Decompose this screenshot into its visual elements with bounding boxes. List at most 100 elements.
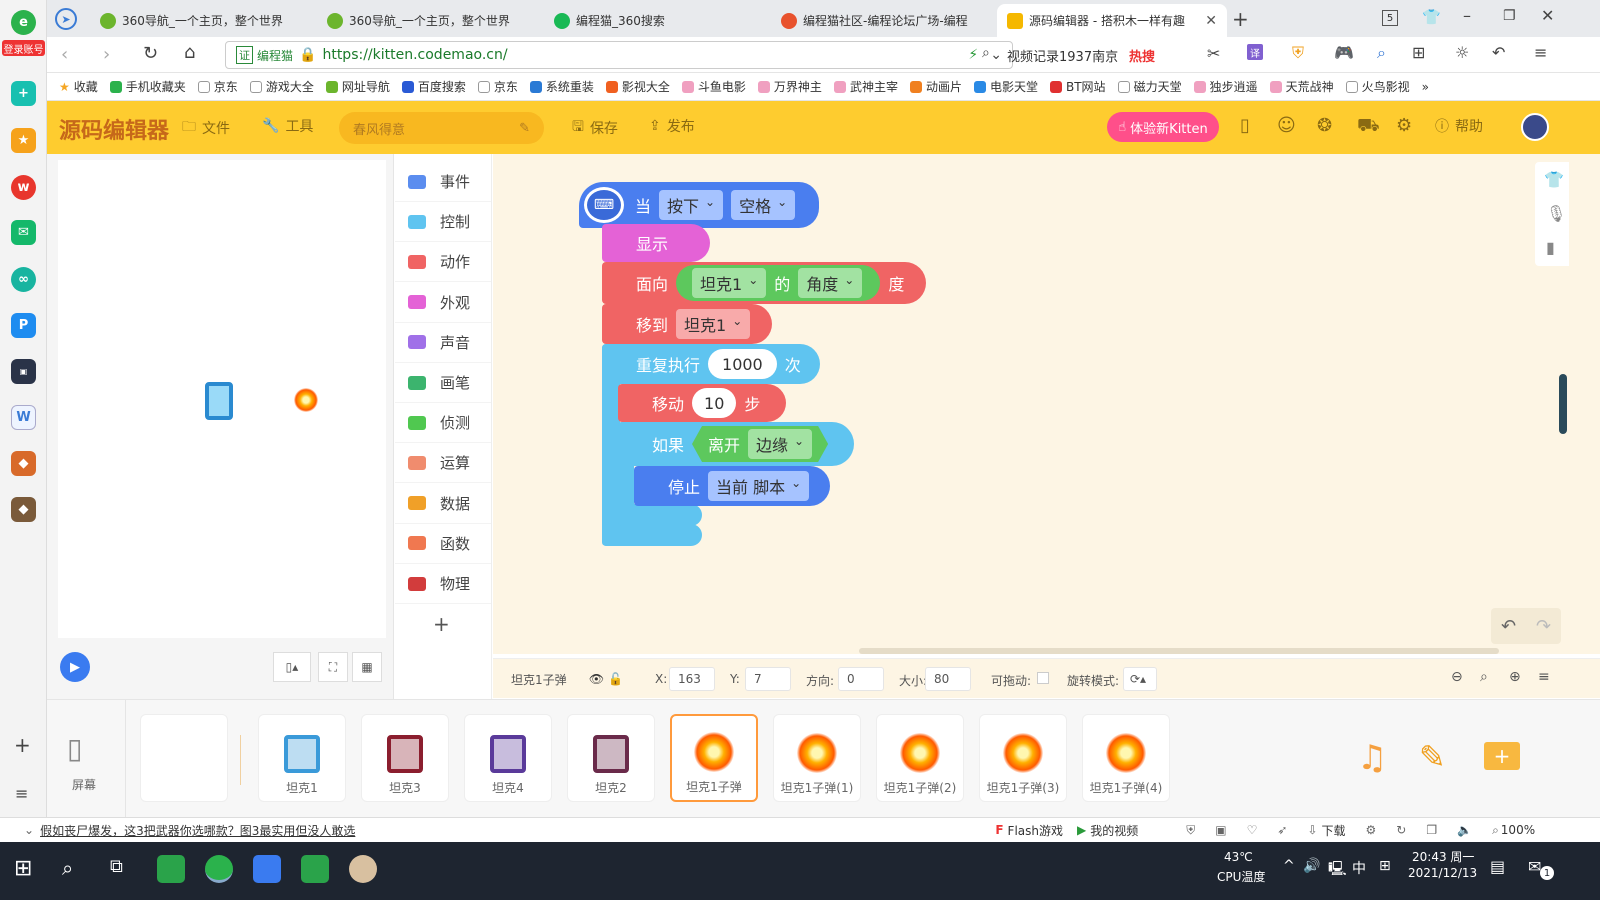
window-icon[interactable]: ❐ [1426, 823, 1437, 837]
bookmark-item[interactable]: 游戏大全 [249, 78, 314, 95]
attribute-dropdown[interactable]: 角度 [798, 268, 863, 298]
device-toggle-button[interactable]: ▯▴ [273, 652, 311, 682]
repeat-block[interactable]: 重复执行 1000 次 [602, 344, 820, 384]
tank-sprite[interactable] [205, 382, 233, 420]
bolt-icon[interactable]: ⚡ [968, 47, 978, 63]
pencil-icon[interactable]: ✎ [1419, 738, 1446, 776]
back-icon[interactable]: ‹ [61, 44, 68, 65]
edge-dropdown[interactable]: 边缘 [748, 429, 812, 459]
bag-icon[interactable]: ⛟ [1357, 115, 1380, 139]
category-item[interactable]: 控制 [395, 202, 491, 243]
fullscreen-icon[interactable]: ⛶ [318, 652, 348, 682]
horizontal-scrollbar[interactable] [859, 648, 1499, 654]
cat-icon[interactable]: ☺ [1277, 115, 1296, 136]
zoom-level[interactable]: 100% [1501, 823, 1535, 837]
network-icon[interactable]: 🖳 [1328, 858, 1347, 882]
repeat-count-input[interactable]: 1000 [708, 349, 777, 379]
clock-date[interactable]: 2021/12/13 [1408, 866, 1477, 880]
undo-icon[interactable]: ↶ [1492, 43, 1505, 62]
music-icon[interactable]: ♫ [1357, 738, 1387, 778]
ime-mode-icon[interactable]: ⊞ [1379, 858, 1391, 874]
vertical-scrollbar[interactable] [1559, 374, 1567, 434]
plus-app-icon[interactable]: + [11, 81, 36, 106]
object-dropdown[interactable]: 坦克1 [692, 268, 767, 298]
stage-canvas[interactable] [58, 160, 386, 638]
sprite-card[interactable]: 坦克1子弹(1) [773, 714, 861, 802]
category-item[interactable]: 侦测 [395, 403, 491, 444]
close-tab-icon[interactable]: ✕ [1205, 13, 1217, 29]
sprite-card[interactable]: 坦克2 [567, 714, 655, 802]
stop-block[interactable]: 停止 当前 脚本 [634, 466, 830, 506]
touching-edge-condition[interactable]: 离开 边缘 [692, 426, 828, 462]
grid-toggle-icon[interactable]: ▦ [352, 652, 382, 682]
bookmark-item[interactable]: 百度搜索 [401, 78, 466, 95]
shield-status-icon[interactable]: ⛨ [1186, 823, 1195, 838]
refresh-status-icon[interactable]: ↻ [1396, 823, 1406, 837]
flash-games-link[interactable]: Flash游戏 [1008, 822, 1063, 839]
minimize-icon[interactable]: – [1463, 6, 1471, 25]
game2-icon[interactable]: ◆ [11, 451, 36, 476]
face-towards-block[interactable]: 面向 坦克1 的 角度 度 [602, 262, 926, 304]
list-menu-icon[interactable]: ≡ [1538, 669, 1550, 685]
restore-icon[interactable]: ❐ [1503, 8, 1516, 24]
image-icon[interactable]: ▣ [1215, 823, 1226, 837]
chart-icon[interactable]: ▮ [1546, 238, 1555, 257]
costume-icon[interactable]: 👕 [1544, 170, 1564, 189]
category-item[interactable]: 数据 [395, 484, 491, 524]
translate-icon[interactable]: 译 [1247, 44, 1263, 60]
bookmark-favorites[interactable]: ★ 收藏 [59, 78, 98, 95]
bookmark-item[interactable]: 独步逍遥 [1193, 78, 1258, 95]
home-icon[interactable]: ⌂ [184, 42, 195, 63]
sprite-card[interactable]: 坦克3 [361, 714, 449, 802]
sprite-card[interactable]: 坦克1子弹(4) [1082, 714, 1170, 802]
tab-1[interactable]: 360导航_一个主页，整个世界 [90, 4, 310, 37]
category-item[interactable]: 动作 [395, 242, 491, 283]
skin-icon[interactable]: 👕 [1422, 8, 1441, 26]
iqiyi2-icon[interactable] [301, 855, 329, 883]
category-item[interactable]: 声音 [395, 323, 491, 363]
tools-menu[interactable]: 🔧 工具 [262, 116, 313, 136]
bookmark-item[interactable]: 手机收藏夹 [109, 78, 186, 95]
redo-icon[interactable]: ↷ [1536, 616, 1551, 637]
heart-icon[interactable]: ♡ [1247, 823, 1258, 837]
search-icon[interactable]: ⌕ [62, 856, 73, 880]
feishu-icon[interactable] [253, 855, 281, 883]
bookmark-item[interactable]: 斗鱼电影 [681, 78, 746, 95]
windows-start-icon[interactable]: ⊞ [14, 856, 32, 881]
eye-icon[interactable]: 👁 [589, 672, 604, 686]
tray-chevron-icon[interactable]: ^ [1283, 858, 1295, 874]
category-item[interactable]: 事件 [395, 162, 491, 202]
bookmark-item[interactable]: 磁力天堂 [1117, 78, 1182, 95]
dropdown-icon[interactable]: ⌄ [990, 47, 1002, 63]
nav-arrow-icon[interactable]: ➤ [55, 8, 77, 30]
category-item[interactable]: 画笔 [395, 363, 491, 403]
screen-tablet-icon[interactable]: ▯ [67, 732, 82, 765]
sprite-card[interactable]: 坦克1子弹(3) [979, 714, 1067, 802]
grid-icon[interactable]: ⊞ [1412, 43, 1425, 62]
if-block[interactable]: 如果 离开 边缘 [618, 422, 854, 466]
rotation-mode-dropdown[interactable]: ⟳▴ [1123, 667, 1157, 691]
shield-icon[interactable]: ⛨ [1292, 43, 1304, 63]
bookmark-item[interactable]: 武神主宰 [833, 78, 898, 95]
paint-icon[interactable] [349, 855, 377, 883]
bookmark-item[interactable]: 影视大全 [605, 78, 670, 95]
rocket-icon[interactable]: ➶ [1277, 823, 1287, 837]
app-logo[interactable]: 源码编辑器 [59, 113, 169, 145]
gamepad-icon[interactable]: 🎮 [1334, 43, 1354, 62]
bookmark-item[interactable]: 网址导航 [325, 78, 390, 95]
category-item[interactable]: 外观 [395, 283, 491, 323]
bookmark-item[interactable]: 火鸟影视 [1345, 78, 1410, 95]
new-tab-icon[interactable]: + [1232, 7, 1249, 31]
p-app-icon[interactable]: P [11, 313, 36, 338]
category-item[interactable]: 运算 [395, 443, 491, 484]
press-dropdown[interactable]: 按下 [659, 190, 724, 220]
y-input[interactable]: 7 [745, 667, 791, 691]
publish-button[interactable]: ⇪ 发布 [649, 116, 695, 136]
settings-icon[interactable]: ⚙ [1396, 115, 1412, 136]
hot-search-label[interactable]: 热搜 [1129, 46, 1155, 65]
sprite-card[interactable]: 坦克1 [258, 714, 346, 802]
star-icon[interactable]: ★ [11, 128, 36, 153]
bullet-sprite[interactable] [294, 388, 318, 412]
chevron-down-icon[interactable]: ⌄ [24, 823, 34, 837]
zoom-in-icon[interactable]: ⊕ [1509, 669, 1521, 685]
